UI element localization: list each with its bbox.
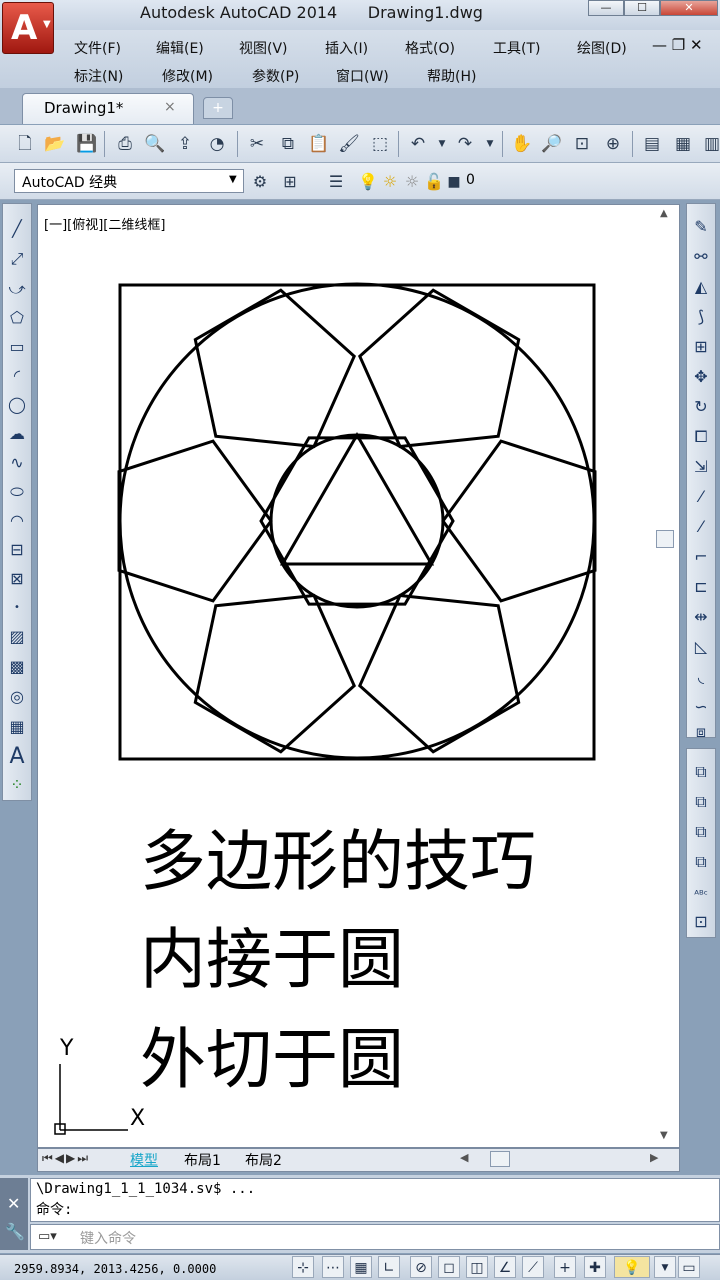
polar-icon[interactable]: ⊘ <box>410 1256 432 1278</box>
hscroll-right-icon[interactable]: ▶ <box>650 1151 658 1164</box>
infer-constraints-icon[interactable]: ⊹ <box>292 1256 314 1278</box>
tab-layout2[interactable]: 布局2 <box>245 1150 282 1170</box>
ucs-icon <box>54 1064 128 1135</box>
scroll-up-icon[interactable]: ▲ <box>660 208 668 219</box>
pentagon <box>117 439 273 603</box>
scrollbar-thumb[interactable] <box>656 530 674 548</box>
pentagon <box>441 439 597 603</box>
ortho-icon[interactable]: ∟ <box>378 1256 400 1278</box>
snap-icon[interactable]: ⋯ <box>322 1256 344 1278</box>
hexagon <box>259 436 455 606</box>
outer-circle <box>118 282 596 760</box>
dyn-icon[interactable]: + <box>554 1256 576 1278</box>
pentagon-ring <box>117 288 597 754</box>
osnap-icon[interactable]: ◻ <box>438 1256 460 1278</box>
drawing-text-line-1: 多边形的技巧 <box>140 823 536 900</box>
command-window-handle[interactable]: ✕ 🔧 <box>0 1178 28 1250</box>
pentagon <box>357 288 521 449</box>
application-menu-button[interactable]: A ▼ <box>2 2 54 54</box>
close-icon[interactable]: ✕ <box>7 1194 20 1213</box>
hscroll-thumb[interactable] <box>490 1151 510 1167</box>
command-prompt-icon[interactable]: ▭▾ <box>38 1229 57 1244</box>
chevron-down-icon[interactable]: ▼ <box>654 1256 676 1278</box>
pentagon <box>193 288 357 449</box>
command-history-line: \Drawing1_1_1_1034.sv$ ... <box>36 1181 256 1197</box>
ducs-icon[interactable]: ⟋ <box>522 1256 544 1278</box>
pentagon <box>193 593 357 754</box>
lineweight-icon[interactable]: ✚ <box>584 1256 606 1278</box>
command-placeholder: 键入命令 <box>80 1231 136 1247</box>
command-history-line: 命令: <box>36 1202 73 1218</box>
pentagon <box>357 593 521 754</box>
3d-osnap-icon[interactable]: ◫ <box>466 1256 488 1278</box>
tab-layout1[interactable]: 布局1 <box>184 1150 221 1170</box>
tab-model[interactable]: 模型 <box>130 1150 158 1170</box>
vertical-scrollbar[interactable] <box>655 205 677 1147</box>
autocad-logo-icon: A <box>11 8 38 48</box>
outer-square <box>118 283 596 761</box>
ucs-x-label: X <box>130 1106 146 1131</box>
drawing-text-line-3: 外切于圆 <box>140 1021 404 1098</box>
chevron-down-icon: ▼ <box>43 19 51 30</box>
drawing-text-line-2: 内接于圆 <box>140 921 404 998</box>
fullscreen-icon[interactable]: ▭ <box>678 1256 700 1278</box>
otrack-icon[interactable]: ∠ <box>494 1256 516 1278</box>
scroll-down-icon[interactable]: ▼ <box>660 1130 668 1141</box>
coordinate-readout: 2959.8934, 2013.4256, 0.0000 <box>14 1262 217 1276</box>
isolate-icon[interactable]: 💡 <box>614 1256 650 1278</box>
hscroll-left-icon[interactable]: ◀ <box>460 1151 468 1164</box>
customize-icon[interactable]: 🔧 <box>5 1222 25 1241</box>
grid-icon[interactable]: ▦ <box>350 1256 372 1278</box>
ucs-y-label: Y <box>60 1036 74 1061</box>
layout-nav-icons[interactable]: ⏮◀▶⏭ <box>42 1151 90 1166</box>
